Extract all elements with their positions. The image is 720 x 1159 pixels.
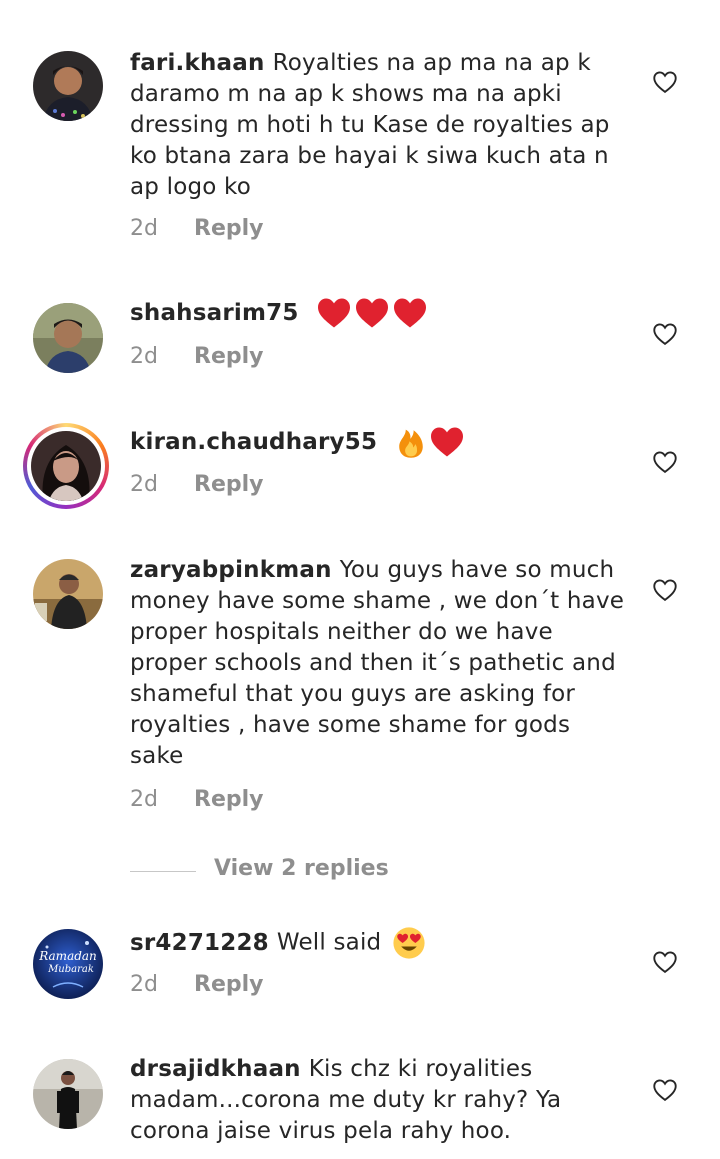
fire-emoji <box>395 425 427 459</box>
comment-time: 2d <box>130 972 158 997</box>
like-heart-icon[interactable] <box>651 948 679 976</box>
avatar[interactable] <box>33 303 103 373</box>
view-replies-label: View 2 replies <box>214 856 389 881</box>
comments-list: fari.khaan Royalties na ap ma na ap k dar… <box>0 0 720 1159</box>
view-replies-button[interactable]: View 2 replies <box>130 856 430 886</box>
red-heart-emoji <box>354 297 390 329</box>
avatar[interactable]: Ramadan Mubarak <box>33 929 103 999</box>
comment-time: 2d <box>130 344 158 369</box>
avatar-text-line-1: Ramadan <box>38 949 97 963</box>
red-heart-emoji <box>316 297 352 329</box>
comment-meta: 2d Reply <box>130 972 264 997</box>
comment-time: 2d <box>130 787 158 812</box>
reply-button[interactable]: Reply <box>194 787 264 812</box>
comment-body: Well said <box>276 929 382 956</box>
comment-meta: 2d Reply <box>130 472 264 497</box>
like-heart-icon[interactable] <box>651 68 679 96</box>
comment-text: kiran.chaudhary55 <box>130 425 630 459</box>
comment-text: fari.khaan Royalties na ap ma na ap k dar… <box>130 48 630 203</box>
avatar[interactable] <box>33 559 103 629</box>
like-heart-icon[interactable] <box>651 1076 679 1104</box>
avatar[interactable] <box>33 51 103 121</box>
reply-button[interactable]: Reply <box>194 344 264 369</box>
reply-button[interactable]: Reply <box>194 472 264 497</box>
comment-body: You guys have so much money have some sh… <box>130 557 625 769</box>
red-heart-emoji <box>429 426 465 458</box>
like-heart-icon[interactable] <box>651 448 679 476</box>
like-heart-icon[interactable] <box>651 576 679 604</box>
comment-text: drsajidkhaan Kis chz ki royalities madam.… <box>130 1054 630 1147</box>
comment-meta: 2d Reply <box>130 787 264 812</box>
replies-divider <box>130 871 196 872</box>
comment-username[interactable]: sr4271228 <box>130 930 269 956</box>
comment-text: shahsarim75 <box>130 297 630 329</box>
comment-text: zaryabpinkman You guys have so much money… <box>130 555 630 772</box>
comment-username[interactable]: zaryabpinkman <box>130 557 332 583</box>
avatar <box>31 431 101 501</box>
comment-meta: 2d Reply <box>130 344 264 369</box>
heart-eyes-emoji <box>391 926 427 960</box>
comment-meta: 2d Reply <box>130 216 264 241</box>
comment-username[interactable]: kiran.chaudhary55 <box>130 429 377 455</box>
comment-time: 2d <box>130 216 158 241</box>
reply-button[interactable]: Reply <box>194 972 264 997</box>
comment-text: sr4271228 Well said <box>130 926 630 960</box>
reply-button[interactable]: Reply <box>194 216 264 241</box>
avatar-text-line-2: Mubarak <box>47 964 94 975</box>
comment-username[interactable]: shahsarim75 <box>130 300 299 326</box>
comment-time: 2d <box>130 472 158 497</box>
story-avatar[interactable] <box>23 423 109 509</box>
like-heart-icon[interactable] <box>651 320 679 348</box>
comment-username[interactable]: fari.khaan <box>130 50 265 76</box>
avatar[interactable] <box>33 1059 103 1129</box>
comment-username[interactable]: drsajidkhaan <box>130 1056 301 1082</box>
red-heart-emoji <box>392 297 428 329</box>
